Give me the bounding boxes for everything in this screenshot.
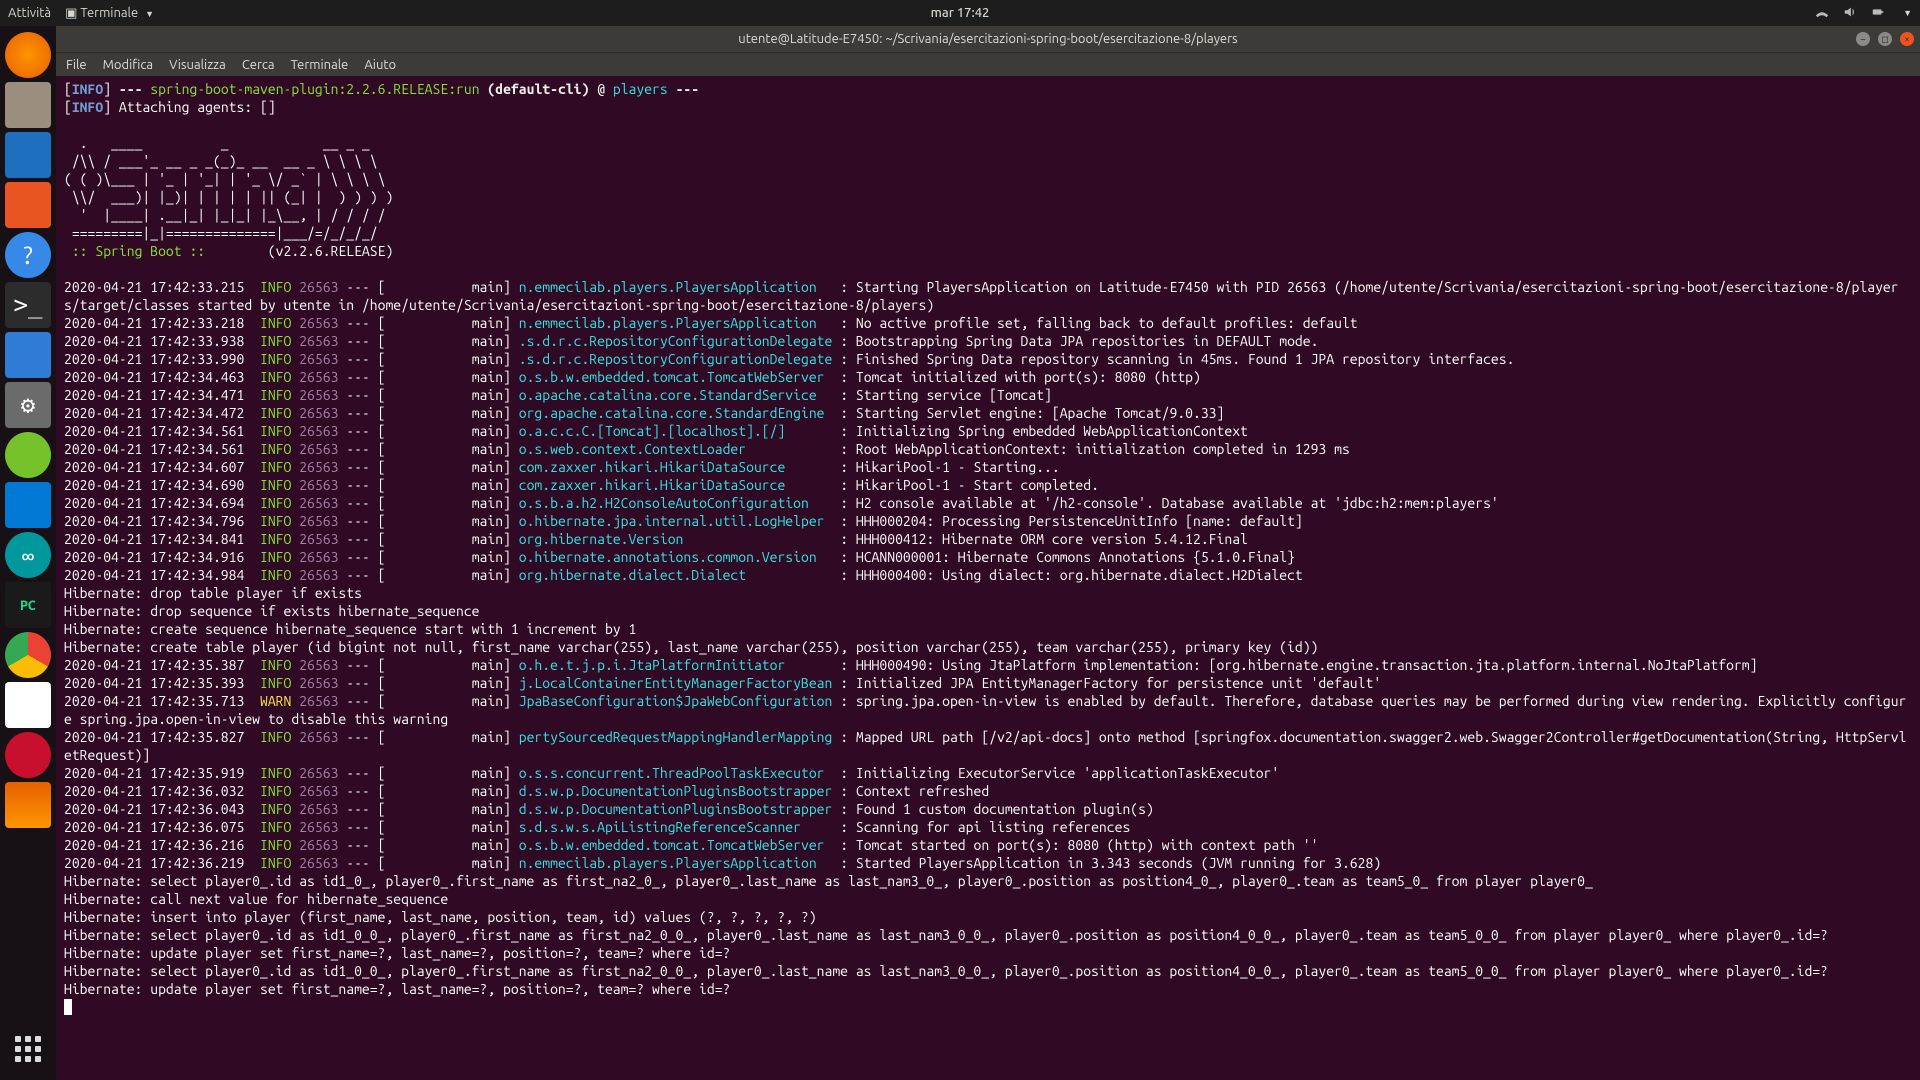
dock-firefox[interactable]: [5, 32, 51, 78]
dock-app-orange[interactable]: [5, 782, 51, 828]
menu-help[interactable]: Aiuto: [364, 58, 396, 72]
dock-terminal[interactable]: >_: [5, 282, 51, 328]
menu-search[interactable]: Cerca: [242, 58, 275, 72]
dock-arduino[interactable]: ∞: [5, 532, 51, 578]
chevron-down-icon: ▼: [145, 9, 154, 19]
window-title: utente@Latitude-E7450: ~/Scrivania/eserc…: [738, 32, 1237, 46]
terminal-app-icon: ▣: [65, 6, 77, 20]
dock-app-cube[interactable]: [5, 682, 51, 728]
dock-chrome[interactable]: [5, 632, 51, 678]
menu-edit[interactable]: Modifica: [103, 58, 153, 72]
dock-libreoffice-writer[interactable]: [5, 132, 51, 178]
dock-files[interactable]: [5, 82, 51, 128]
window-minimize-button[interactable]: –: [1856, 32, 1870, 46]
gnome-topbar: Attività ▣ Terminale ▼ mar 17:42 ▼: [0, 0, 1920, 26]
terminal-window: utente@Latitude-E7450: ~/Scrivania/eserc…: [56, 26, 1920, 1080]
menu-terminal[interactable]: Terminale: [291, 58, 349, 72]
window-maximize-button[interactable]: ◻: [1878, 32, 1892, 46]
dock-vscode[interactable]: [5, 482, 51, 528]
activities-button[interactable]: Attività: [8, 6, 51, 20]
clock[interactable]: mar 17:42: [931, 6, 990, 20]
dock-app-red[interactable]: [5, 732, 51, 778]
app-menu[interactable]: ▣ Terminale ▼: [65, 6, 154, 21]
menu-file[interactable]: File: [66, 58, 87, 72]
chevron-down-icon[interactable]: ▼: [1903, 8, 1912, 18]
dock-pycharm[interactable]: PC: [5, 582, 51, 628]
app-menu-label: Terminale: [80, 6, 138, 20]
dock-help[interactable]: ?: [5, 232, 51, 278]
apps-grid-icon: [15, 1036, 41, 1062]
dock: ? >_ ⚙ ∞ PC: [0, 26, 56, 1080]
menu-view[interactable]: Visualizza: [169, 58, 226, 72]
terminal-menubar: File Modifica Visualizza Cerca Terminale…: [56, 52, 1920, 76]
window-titlebar[interactable]: utente@Latitude-E7450: ~/Scrivania/eserc…: [56, 26, 1920, 52]
terminal-output[interactable]: [INFO] --- spring-boot-maven-plugin:2.2.…: [56, 76, 1920, 1080]
dock-settings[interactable]: ⚙: [5, 382, 51, 428]
dock-show-apps[interactable]: [5, 1026, 51, 1072]
volume-icon[interactable]: [1843, 5, 1857, 22]
battery-icon[interactable]: [1871, 5, 1885, 22]
window-close-button[interactable]: ×: [1900, 32, 1914, 46]
dock-app-green[interactable]: [5, 432, 51, 478]
network-icon[interactable]: [1815, 5, 1829, 22]
dock-system-monitor[interactable]: [5, 332, 51, 378]
dock-software[interactable]: [5, 182, 51, 228]
